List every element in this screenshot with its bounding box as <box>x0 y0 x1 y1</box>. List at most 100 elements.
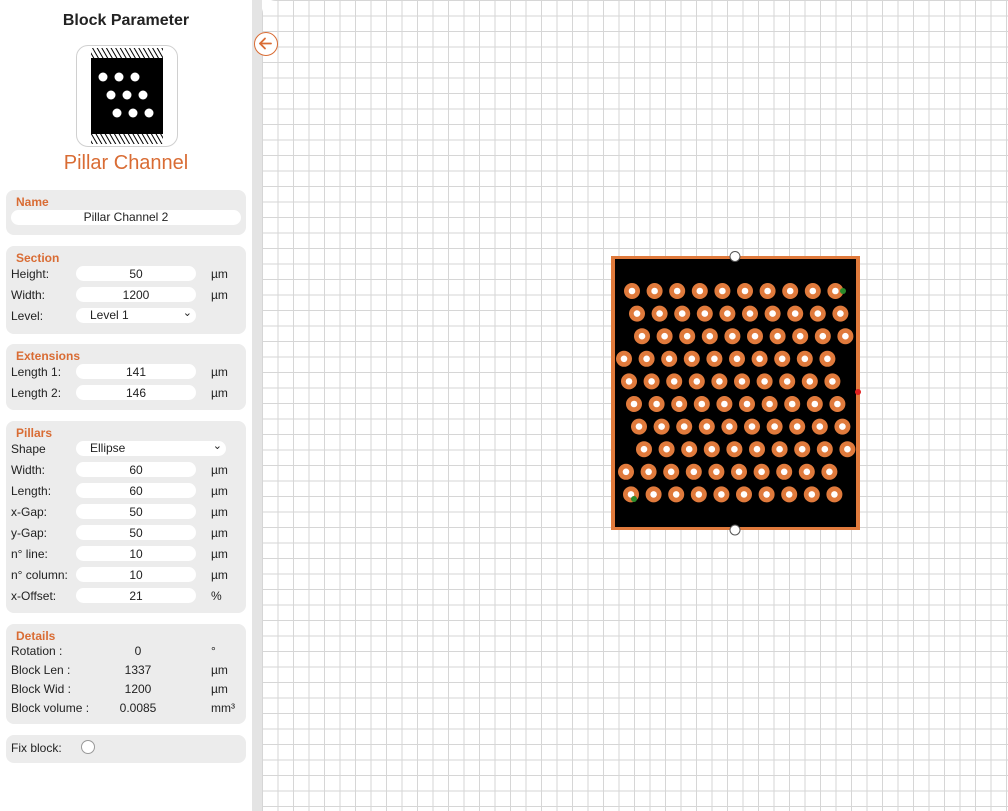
pillar-core <box>706 332 714 340</box>
pillar-core <box>729 332 736 340</box>
pillar-core <box>630 400 638 408</box>
ncolumn-label: n° column: <box>11 568 68 582</box>
green-connector-dot[interactable] <box>631 496 637 502</box>
width-input[interactable] <box>76 287 196 302</box>
block-name-input[interactable]: Pillar Channel 2 <box>11 210 241 225</box>
pillar-length-input[interactable] <box>76 483 196 498</box>
pillar-core <box>746 310 754 317</box>
pillar-core <box>771 423 778 430</box>
pillar-core <box>640 445 648 453</box>
level-select-value: Level 1 <box>90 308 129 322</box>
pillar-width-unit: µm <box>211 463 228 477</box>
pillar-core <box>620 355 628 363</box>
pillar-core <box>665 355 673 363</box>
height-input[interactable] <box>76 266 196 281</box>
length2-unit: µm <box>211 386 228 400</box>
nline-unit: µm <box>211 547 228 561</box>
fix-block-label: Fix block: <box>11 741 62 755</box>
width-unit: µm <box>211 288 228 302</box>
pillar-core <box>743 400 751 408</box>
panel-divider <box>252 0 262 811</box>
height-label: Height: <box>11 267 50 281</box>
length1-input[interactable] <box>76 364 196 379</box>
pillar-core <box>839 423 846 430</box>
pillar-core <box>806 378 814 385</box>
pillar-core <box>837 310 844 317</box>
pillar-core <box>816 423 824 430</box>
pillar-core <box>831 491 838 498</box>
shape-select-value: Ellipse <box>90 441 126 455</box>
pillar-core <box>672 491 680 498</box>
pillar-core <box>740 491 748 498</box>
details-group-title: Details <box>16 629 56 643</box>
pillar-core <box>829 378 836 385</box>
pillar-core <box>645 468 652 476</box>
block-volume-label: Block volume : <box>11 701 90 715</box>
shape-select[interactable]: Ellipse ⌄ <box>76 440 226 456</box>
pillar-core <box>716 378 723 385</box>
fix-block-group: Fix block: <box>6 735 246 763</box>
pillar-core <box>713 468 720 476</box>
pillar-core <box>776 445 783 453</box>
fix-block-toggle[interactable] <box>81 740 95 754</box>
pillar-length-unit: µm <box>211 484 228 498</box>
pillar-core <box>735 468 743 476</box>
pillar-width-input[interactable] <box>76 462 196 477</box>
pillar-core <box>763 491 770 498</box>
pillar-core <box>731 445 738 453</box>
block-volume-value: 0.0085 <box>119 701 157 715</box>
pillar-channel-block[interactable] <box>608 250 868 540</box>
pillars-group: Pillars Shape Ellipse ⌄ Width: µm Length… <box>6 421 246 613</box>
ncolumn-input[interactable] <box>76 567 196 582</box>
pillar-core <box>719 287 726 295</box>
pillar-core <box>809 287 817 295</box>
pillar-core <box>796 332 804 340</box>
pillar-core <box>643 355 650 363</box>
pillar-core <box>821 445 829 453</box>
length1-unit: µm <box>211 365 228 379</box>
pillar-core <box>758 468 765 476</box>
section-group-title: Section <box>16 251 60 265</box>
details-group: Details Rotation : 0 ° Block Len : 1337 … <box>6 624 246 724</box>
nline-input[interactable] <box>76 546 196 561</box>
pillar-core <box>673 287 681 295</box>
pillar-core <box>670 378 678 385</box>
pillar-core <box>690 468 698 476</box>
pillar-core <box>661 332 668 340</box>
length1-label: Length 1: <box>11 365 62 379</box>
pillar-core <box>688 355 696 363</box>
bottom-resize-handle[interactable] <box>729 524 741 536</box>
pillar-core <box>769 310 776 317</box>
level-select[interactable]: Level 1 ⌄ <box>76 307 196 323</box>
chevron-down-icon: ⌄ <box>212 440 222 452</box>
pillar-channel-thumbnail-icon <box>91 48 163 144</box>
pillar-core <box>780 468 788 476</box>
pillar-core <box>693 378 701 385</box>
pillar-core <box>788 400 796 408</box>
pillar-width-label: Width: <box>11 463 46 477</box>
level-label: Level: <box>11 309 44 323</box>
pillar-core <box>819 332 827 340</box>
chevron-down-icon: ⌄ <box>182 307 192 319</box>
block-volume-unit: mm³ <box>211 701 235 715</box>
pillar-core <box>814 310 822 317</box>
pillar-core <box>808 491 816 498</box>
pillar-core <box>751 332 759 340</box>
pillar-core <box>711 355 718 363</box>
pillar-core <box>703 423 711 430</box>
pillar-core <box>635 423 643 430</box>
length2-input[interactable] <box>76 385 196 400</box>
collapse-panel-button[interactable] <box>254 32 278 56</box>
block-len-value: 1337 <box>124 663 152 677</box>
green-connector-dot[interactable] <box>840 288 846 294</box>
pillar-core <box>724 310 731 317</box>
xgap-input[interactable] <box>76 504 196 519</box>
red-connector-dot[interactable] <box>855 389 861 395</box>
top-resize-handle[interactable] <box>729 251 741 262</box>
length2-label: Length 2: <box>11 386 62 400</box>
xoffset-input[interactable] <box>76 588 196 603</box>
shape-label: Shape <box>11 442 46 456</box>
ygap-input[interactable] <box>76 525 196 540</box>
pillar-core <box>685 445 693 453</box>
pillar-core <box>733 355 741 363</box>
